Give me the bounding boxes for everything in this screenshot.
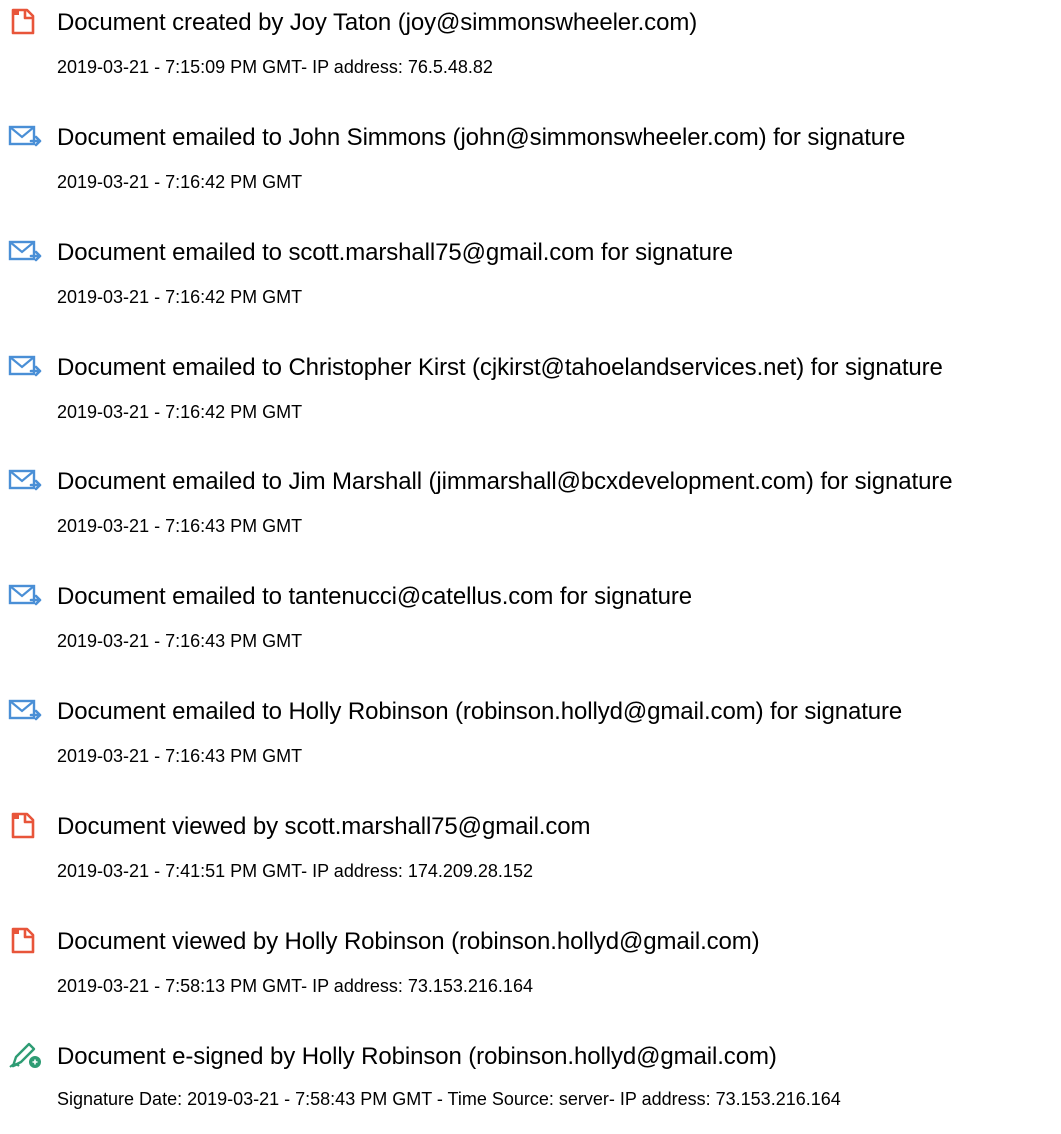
event-title: Document emailed to Christopher Kirst (c… [57,354,943,381]
document-viewed-icon [7,810,43,840]
audit-event: Document viewed by scott.marshall75@gmai… [0,804,1061,904]
event-title: Document emailed to tantenucci@catellus.… [57,583,692,610]
event-timestamp: 2019-03-21 - 7:15:09 PM GMT- IP address:… [57,57,493,77]
audit-event: Document viewed by Holly Robinson (robin… [0,919,1061,1019]
event-timestamp: Signature Date: 2019-03-21 - 7:58:43 PM … [57,1089,841,1109]
document-viewed-icon [7,925,43,955]
document-created-icon [7,6,43,36]
event-title: Document emailed to Jim Marshall (jimmar… [57,468,953,495]
email-sent-icon [7,236,43,266]
event-timestamp: 2019-03-21 - 7:41:51 PM GMT- IP address:… [57,861,533,881]
event-title: Document emailed to John Simmons (john@s… [57,124,906,151]
audit-event: Document emailed to tantenucci@catellus.… [0,574,1061,674]
event-title: Document viewed by scott.marshall75@gmai… [57,813,591,840]
event-title: Document emailed to Holly Robinson (robi… [57,698,903,725]
email-sent-icon [7,465,43,495]
email-sent-icon [7,695,43,725]
event-title: Document emailed to scott.marshall75@gma… [57,239,733,266]
email-sent-icon [7,580,43,610]
event-timestamp: 2019-03-21 - 7:16:42 PM GMT [57,172,303,192]
event-timestamp: 2019-03-21 - 7:16:42 PM GMT [57,287,303,307]
event-timestamp: 2019-03-21 - 7:16:43 PM GMT [57,746,303,766]
audit-event: Document emailed to John Simmons (john@s… [0,115,1061,215]
audit-event: Document emailed to Holly Robinson (robi… [0,689,1061,789]
event-title: Document viewed by Holly Robinson (robin… [57,928,760,955]
event-title: Document e-signed by Holly Robinson (rob… [57,1043,777,1070]
e-sign-pen-icon [7,1040,43,1070]
audit-event: Document emailed to scott.marshall75@gma… [0,230,1061,330]
event-timestamp: 2019-03-21 - 7:16:42 PM GMT [57,402,303,422]
event-title: Document created by Joy Taton (joy@simmo… [57,9,698,36]
event-timestamp: 2019-03-21 - 7:16:43 PM GMT [57,631,303,651]
email-sent-icon [7,121,43,151]
audit-event: Document emailed to Christopher Kirst (c… [0,345,1061,445]
event-timestamp: 2019-03-21 - 7:58:13 PM GMT- IP address:… [57,976,533,996]
event-timestamp: 2019-03-21 - 7:16:43 PM GMT [57,516,303,536]
audit-event: Document e-signed by Holly Robinson (rob… [0,1034,1061,1134]
audit-event: Document emailed to Jim Marshall (jimmar… [0,459,1061,559]
audit-event: Document created by Joy Taton (joy@simmo… [0,0,1061,100]
email-sent-icon [7,351,43,381]
